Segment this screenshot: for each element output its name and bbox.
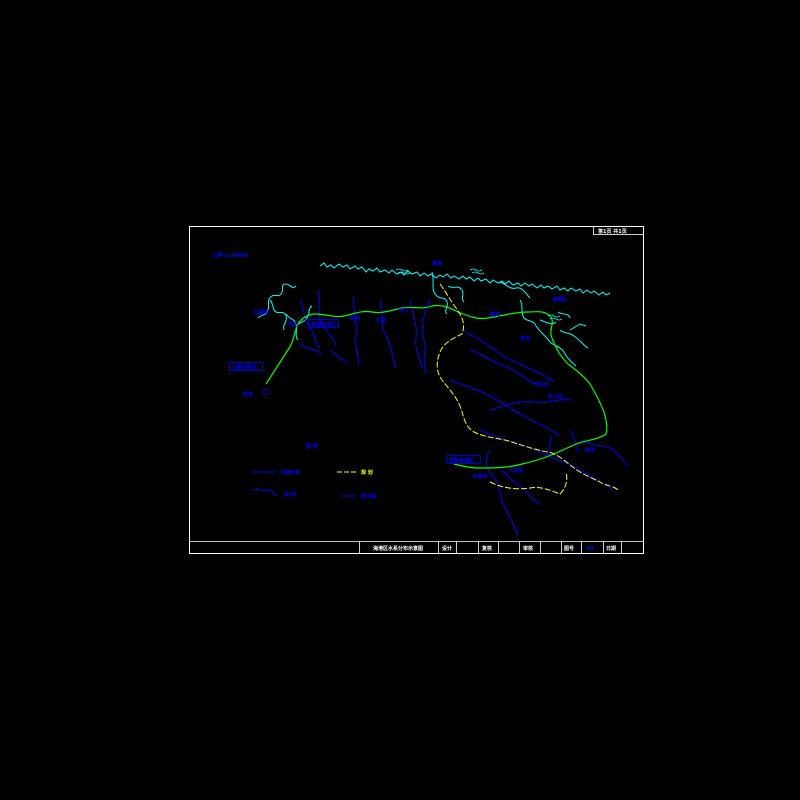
place-label: 人造河 [507, 467, 523, 474]
place-label: 洋河 [520, 335, 530, 342]
place-label: 北戴河 [254, 309, 269, 316]
place-label: 汤河 [288, 321, 298, 328]
review-label: 复核 [481, 545, 492, 552]
place-label: 新河 [350, 315, 360, 322]
place-label: 戴河 [490, 311, 500, 318]
boxed-label: 北戴河新区 [232, 364, 257, 371]
drawing-no-value: 01 [587, 546, 594, 552]
legend-label-yellow: 规 划 [361, 469, 373, 476]
place-label: 石河 [375, 317, 386, 324]
scale-note: 比例 1:10000 [213, 252, 248, 259]
place-label: 东沙河 [548, 393, 563, 400]
place-label: 海港区 [552, 296, 567, 303]
legend-label-shore: 岸 线 [284, 491, 296, 498]
drawing-no-label: 图号 [564, 545, 574, 552]
place-label: 大蒲河 [472, 473, 487, 480]
place-label: 终点 [584, 447, 595, 454]
legend-title: 图 例 [306, 443, 318, 450]
legend-label-blue: 排水渠 [361, 493, 377, 500]
canvas-background [0, 0, 800, 800]
page-tag-text: 第1页 共1页 [598, 228, 627, 235]
place-label: 沙河 [398, 307, 408, 314]
date-label: 日期 [606, 545, 616, 552]
check-label: 审核 [523, 545, 533, 552]
place-label: 渤海 [432, 260, 442, 267]
boxed-label: 秦皇岛市区 [310, 321, 336, 328]
drawing-title: 海港区水系分布示意图 [373, 545, 423, 552]
place-label: 饮马河 [533, 381, 549, 388]
boxed-label: 昌黎县城区 [449, 457, 474, 464]
place-label: 起点 [242, 391, 253, 398]
cad-drawing: 第1页 共1页 海港区水系分布示意图 设计 复核 审核 图号 01 日期 比例 … [0, 0, 800, 800]
legend-label-river: 河流水系 [279, 469, 300, 476]
design-label: 设计 [442, 545, 452, 552]
